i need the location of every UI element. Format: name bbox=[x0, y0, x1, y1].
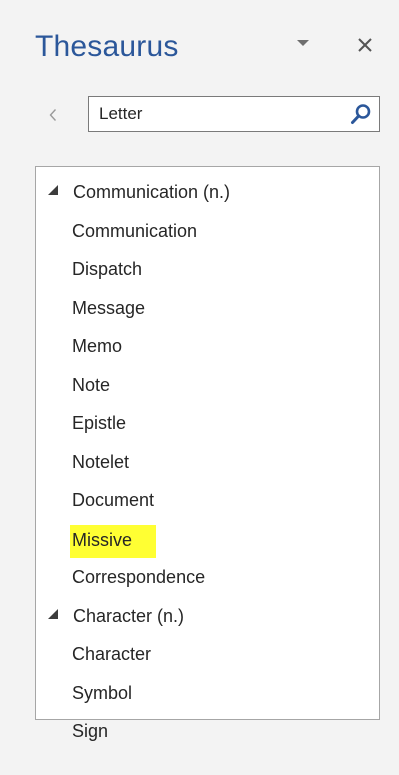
close-icon bbox=[358, 38, 372, 52]
pane-options-button[interactable] bbox=[292, 32, 314, 54]
synonym-item[interactable]: Communication bbox=[36, 212, 379, 251]
synonym-label: Document bbox=[72, 490, 155, 510]
synonym-item[interactable]: Dispatch bbox=[36, 250, 379, 289]
search-icon bbox=[351, 104, 371, 124]
search-box bbox=[88, 96, 380, 132]
meaning-heading[interactable]: Character (n.) bbox=[36, 597, 379, 636]
meaning-heading-label: Communication (n.) bbox=[73, 182, 231, 202]
synonym-item[interactable]: Document bbox=[36, 481, 379, 520]
synonym-item[interactable]: Epistle bbox=[36, 404, 379, 443]
close-button[interactable] bbox=[352, 32, 378, 58]
meaning-heading[interactable]: Communication (n.) bbox=[36, 173, 379, 212]
synonym-label: Memo bbox=[72, 336, 123, 356]
synonym-item[interactable]: Note bbox=[36, 366, 379, 405]
result-list-body: Communication (n.) Communication Dispatch M… bbox=[36, 173, 379, 751]
synonym-label: Note bbox=[72, 374, 111, 395]
pane-title: Thesaurus bbox=[35, 30, 179, 63]
triangle-expanded-icon[interactable] bbox=[45, 173, 63, 211]
synonym-label: Character bbox=[72, 644, 152, 664]
synonym-label: Communication bbox=[72, 220, 198, 241]
chevron-down-icon bbox=[297, 40, 309, 46]
synonym-label: Sign bbox=[72, 721, 109, 741]
synonym-label: Epistle bbox=[72, 413, 127, 433]
synonym-label: Missive bbox=[70, 524, 157, 558]
triangle-expanded-icon[interactable] bbox=[45, 597, 63, 635]
results-list: Communication (n.) Communication Dispatch M… bbox=[35, 166, 380, 741]
synonym-item[interactable]: Memo bbox=[36, 327, 379, 366]
synonym-label: Notelet bbox=[72, 451, 130, 472]
synonym-item[interactable]: Sign bbox=[36, 712, 379, 751]
meaning-heading-label: Character (n.) bbox=[73, 605, 185, 626]
chevron-left-icon bbox=[49, 109, 57, 121]
synonym-label: Symbol bbox=[72, 682, 133, 703]
synonym-item[interactable]: Character bbox=[36, 635, 379, 674]
synonym-item[interactable]: Symbol bbox=[36, 674, 379, 713]
synonym-item[interactable]: Notelet bbox=[36, 443, 379, 482]
synonym-label: Dispatch bbox=[72, 259, 143, 279]
back-button[interactable] bbox=[44, 103, 64, 127]
synonym-item[interactable]: Correspondence bbox=[36, 558, 379, 597]
synonym-label: Message bbox=[72, 297, 146, 318]
synonym-label: Correspondence bbox=[72, 567, 206, 587]
search-input[interactable] bbox=[99, 97, 329, 131]
thesaurus-pane: Thesaurus Communication (n.)Communicatio… bbox=[0, 0, 399, 775]
synonym-item[interactable]: Missive bbox=[36, 520, 379, 559]
synonym-item[interactable]: Message bbox=[36, 289, 379, 328]
search-button[interactable] bbox=[347, 100, 375, 128]
